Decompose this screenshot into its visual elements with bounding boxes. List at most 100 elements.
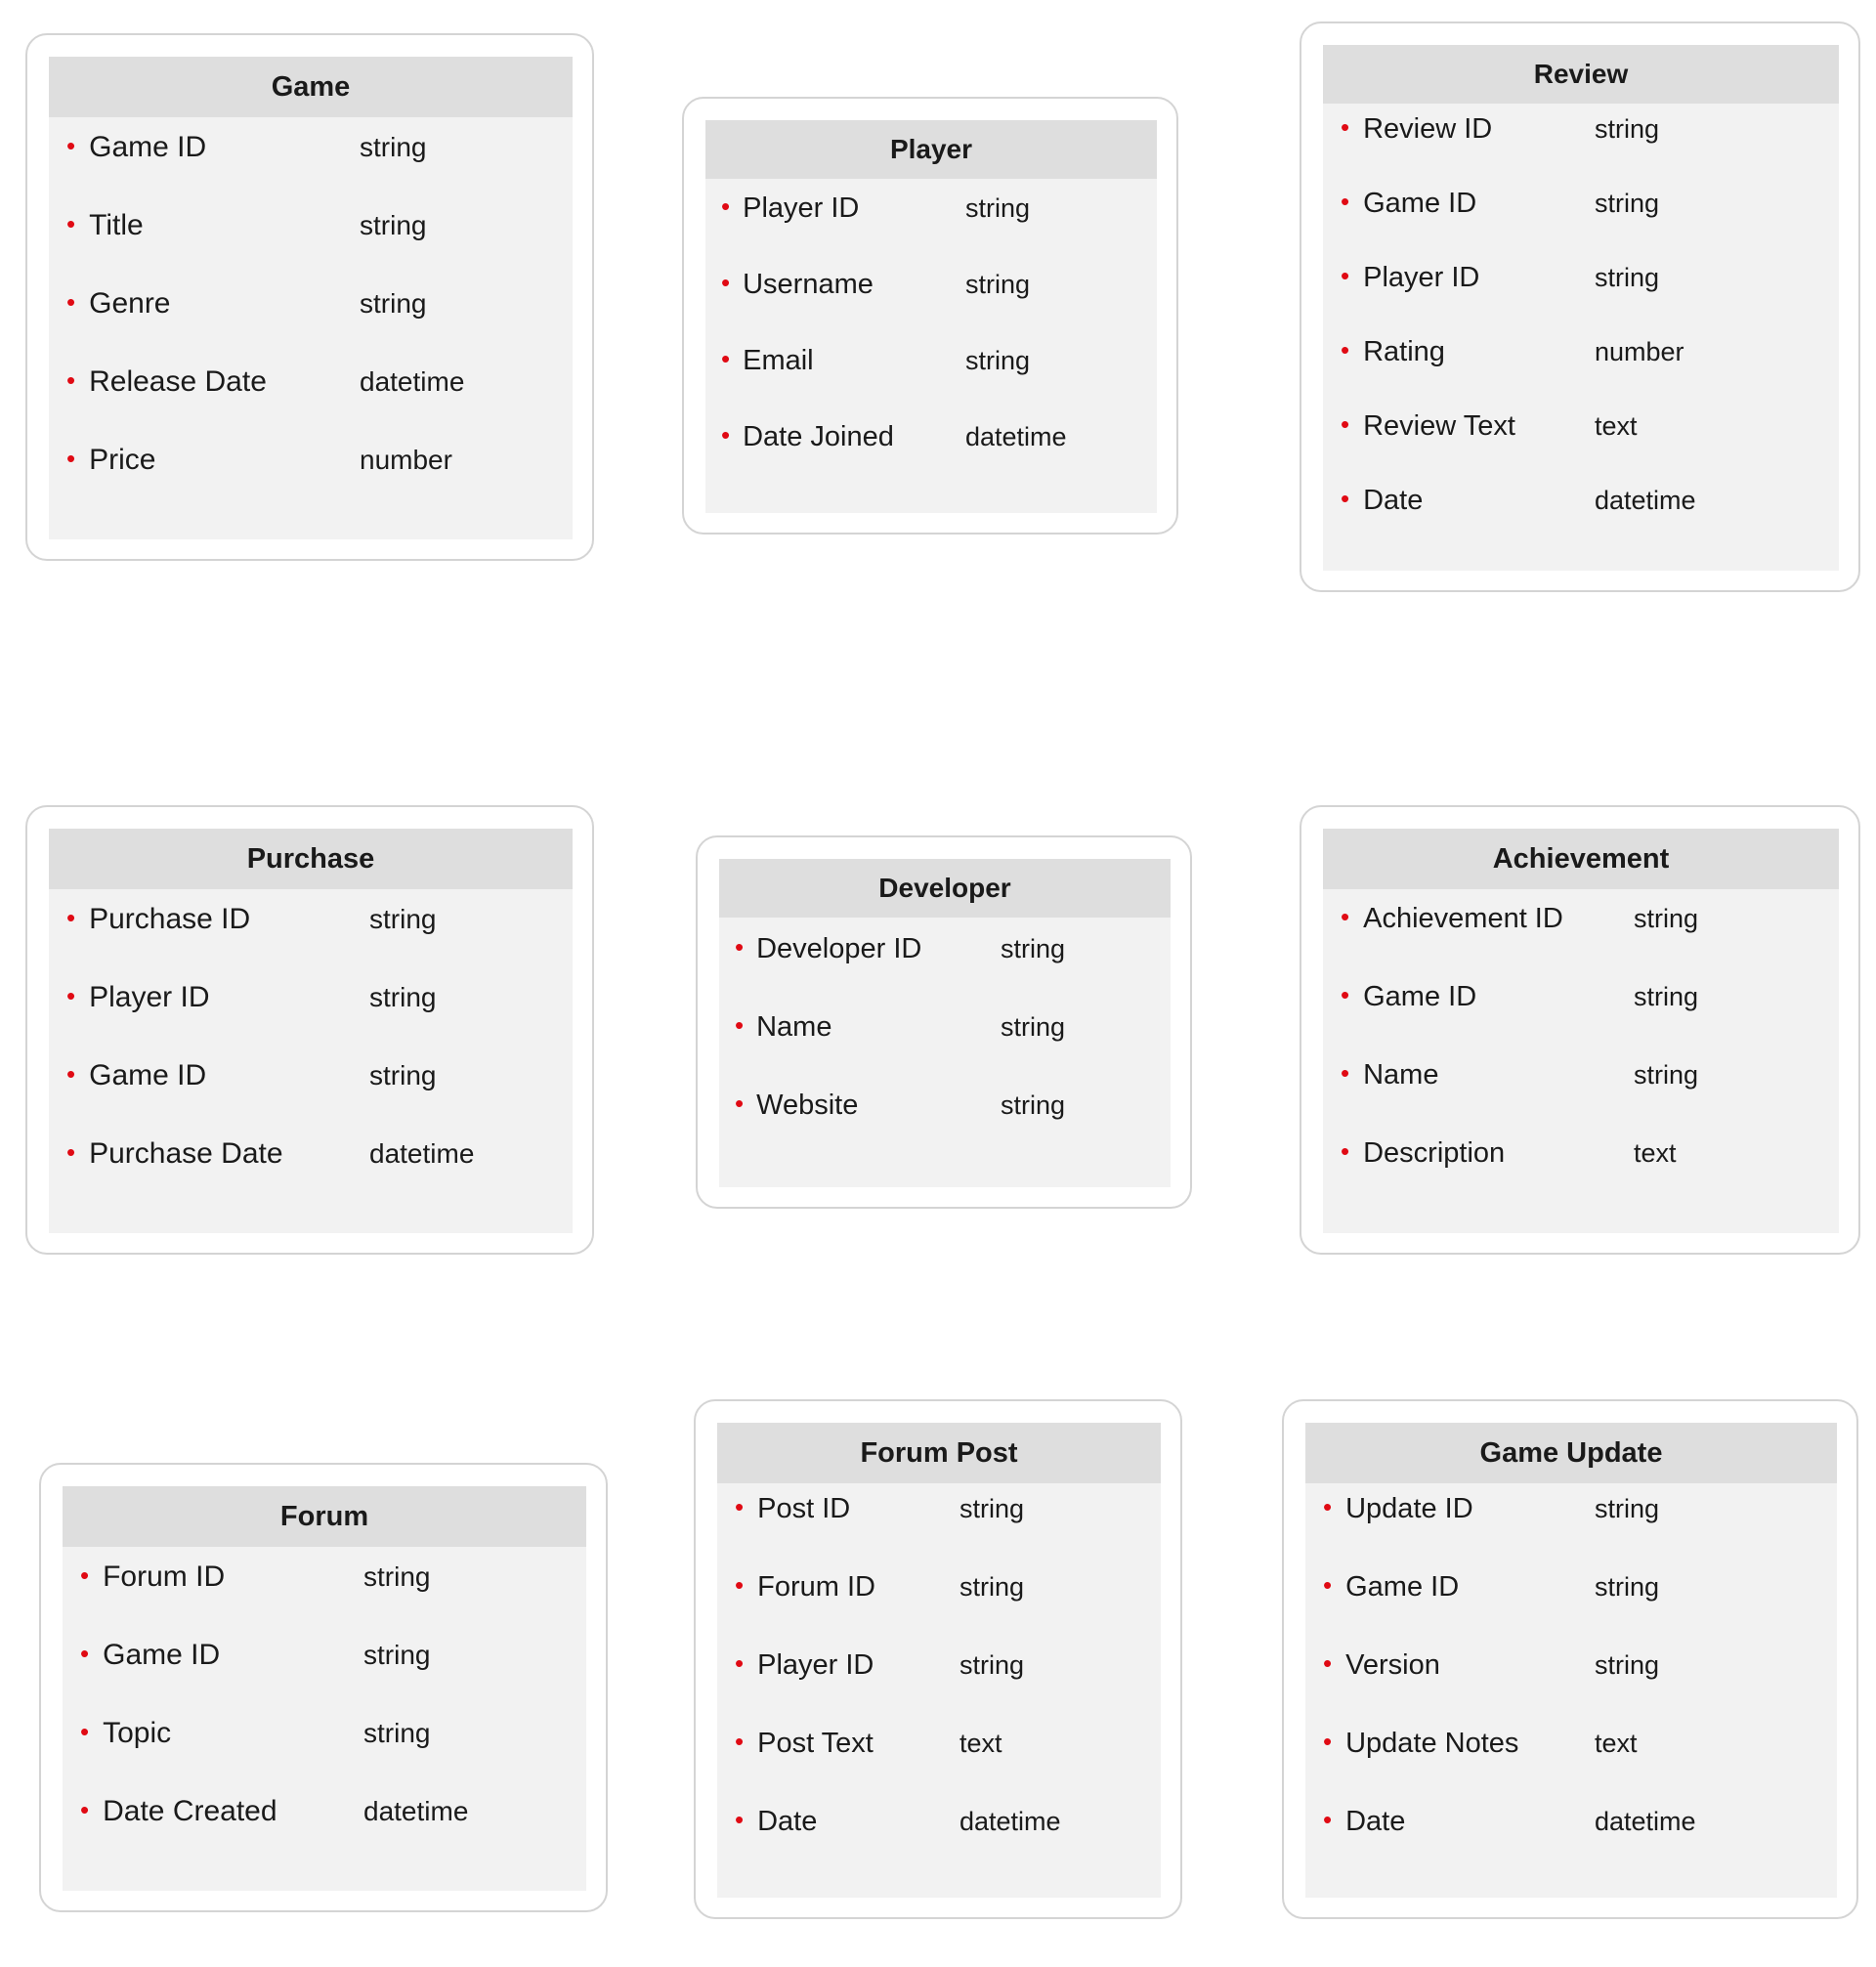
attribute-name: Forum ID	[103, 1561, 226, 1593]
attribute-row[interactable]: • Rating number	[1323, 336, 1839, 410]
attribute-type: string	[1595, 189, 1660, 218]
attribute-row[interactable]: • Review Text text	[1323, 410, 1839, 485]
entity-card-achievement[interactable]: Achievement • Achievement ID string • Ga…	[1300, 805, 1860, 1255]
attribute-row[interactable]: • Date datetime	[717, 1806, 1161, 1884]
attribute-row[interactable]: • Purchase ID string	[49, 903, 573, 981]
bullet-icon: •	[66, 981, 76, 1010]
attribute-row[interactable]: • Name string	[1323, 1059, 1839, 1137]
attribute-row[interactable]: • Genre string	[49, 287, 573, 365]
attribute-name-cell: • Genre	[66, 287, 360, 321]
attribute-row[interactable]: • Post Text text	[717, 1728, 1161, 1806]
entity-attribute-list: • Developer ID string • Name string • We	[719, 918, 1171, 1187]
entity-card-game-update[interactable]: Game Update • Update ID string • Game ID…	[1282, 1399, 1858, 1919]
attribute-name-cell: • Topic	[80, 1717, 363, 1750]
bullet-icon: •	[1323, 1648, 1333, 1678]
attribute-row[interactable]: • Name string	[719, 1011, 1171, 1090]
bullet-icon: •	[80, 1717, 90, 1746]
entity-panel: Achievement • Achievement ID string • Ga…	[1323, 829, 1839, 1233]
attribute-row[interactable]: • Developer ID string	[719, 933, 1171, 1011]
attribute-row[interactable]: • Version string	[1305, 1649, 1837, 1728]
attribute-row[interactable]: • Username string	[705, 269, 1157, 345]
entity-attribute-list: • Purchase ID string • Player ID string …	[49, 889, 573, 1233]
entity-card-forum-post[interactable]: Forum Post • Post ID string • Forum ID s…	[694, 1399, 1182, 1919]
entity-title-forum: Forum	[63, 1486, 586, 1547]
attribute-type: string	[363, 1561, 431, 1592]
entity-panel: Game Update • Update ID string • Game ID…	[1305, 1423, 1837, 1898]
attribute-name-cell: • Game ID	[1323, 1571, 1595, 1604]
attribute-row[interactable]: • Topic string	[63, 1717, 586, 1795]
entity-card-player[interactable]: Player • Player ID string • Username str…	[682, 97, 1178, 535]
attribute-row[interactable]: • Release Date datetime	[49, 365, 573, 444]
attribute-name-cell: • Website	[735, 1090, 1001, 1122]
attribute-row[interactable]: • Update Notes text	[1305, 1728, 1837, 1806]
attribute-name: Review Text	[1363, 410, 1515, 442]
attribute-row[interactable]: • Review ID string	[1323, 113, 1839, 188]
bullet-icon: •	[80, 1639, 90, 1668]
attribute-name-cell: • Rating	[1341, 336, 1595, 368]
attribute-row[interactable]: • Game ID string	[1305, 1571, 1837, 1649]
attribute-row[interactable]: • Email string	[705, 345, 1157, 421]
attribute-row[interactable]: • Date datetime	[1323, 485, 1839, 559]
attribute-type: string	[363, 1640, 431, 1670]
attribute-name-cell: • Version	[1323, 1649, 1595, 1682]
attribute-row[interactable]: • Player ID string	[717, 1649, 1161, 1728]
attribute-row[interactable]: • Title string	[49, 209, 573, 287]
attribute-name-cell: • Post ID	[735, 1493, 959, 1525]
attribute-row[interactable]: • Achievement ID string	[1323, 903, 1839, 981]
attribute-name-cell: • Game ID	[1341, 981, 1634, 1013]
bullet-icon: •	[735, 932, 745, 962]
bullet-icon: •	[80, 1561, 90, 1590]
attribute-row[interactable]: • Date Joined datetime	[705, 421, 1157, 497]
attribute-row[interactable]: • Game ID string	[1323, 188, 1839, 262]
attribute-row[interactable]: • Purchase Date datetime	[49, 1137, 573, 1216]
attribute-type: datetime	[959, 1807, 1061, 1836]
bullet-icon: •	[1323, 1727, 1333, 1756]
attribute-row[interactable]: • Update ID string	[1305, 1493, 1837, 1571]
bullet-icon: •	[1341, 261, 1350, 290]
attribute-name-cell: • Player ID	[721, 192, 965, 225]
attribute-name: Game ID	[1345, 1571, 1460, 1603]
attribute-name-cell: • Game ID	[66, 1059, 369, 1092]
attribute-type: number	[1595, 337, 1684, 366]
attribute-row[interactable]: • Description text	[1323, 1137, 1839, 1216]
attribute-row[interactable]: • Player ID string	[705, 192, 1157, 269]
attribute-row[interactable]: • Game ID string	[49, 1059, 573, 1137]
bullet-icon: •	[1323, 1805, 1333, 1834]
entity-card-game[interactable]: Game • Game ID string • Title string • G…	[25, 33, 594, 561]
attribute-name: Date Created	[103, 1795, 277, 1827]
attribute-name-cell: • Player ID	[735, 1649, 959, 1682]
entity-card-review[interactable]: Review • Review ID string • Game ID stri…	[1300, 21, 1860, 592]
attribute-name-cell: • Forum ID	[735, 1571, 959, 1604]
bullet-icon: •	[1341, 112, 1350, 142]
attribute-row[interactable]: • Forum ID string	[63, 1561, 586, 1639]
attribute-row[interactable]: • Game ID string	[1323, 981, 1839, 1059]
attribute-row[interactable]: • Forum ID string	[717, 1571, 1161, 1649]
attribute-name-cell: • Game ID	[66, 131, 360, 164]
entity-card-forum[interactable]: Forum • Forum ID string • Game ID string	[39, 1463, 608, 1912]
attribute-type: string	[360, 210, 427, 240]
entity-card-purchase[interactable]: Purchase • Purchase ID string • Player I…	[25, 805, 594, 1255]
entity-panel: Forum • Forum ID string • Game ID string	[63, 1486, 586, 1891]
attribute-name: Game ID	[103, 1639, 221, 1671]
attribute-name: Description	[1363, 1137, 1506, 1169]
attribute-type: string	[965, 193, 1031, 223]
attribute-row[interactable]: • Price number	[49, 444, 573, 522]
attribute-row[interactable]: • Website string	[719, 1090, 1171, 1168]
attribute-row[interactable]: • Player ID string	[1323, 262, 1839, 336]
attribute-row[interactable]: • Player ID string	[49, 981, 573, 1059]
attribute-row[interactable]: • Date datetime	[1305, 1806, 1837, 1884]
attribute-name: Post ID	[757, 1493, 851, 1524]
attribute-row[interactable]: • Game ID string	[49, 131, 573, 209]
entity-card-developer[interactable]: Developer • Developer ID string • Name s…	[696, 835, 1192, 1209]
attribute-name: Website	[756, 1090, 859, 1121]
entity-title-game-update: Game Update	[1305, 1423, 1837, 1483]
attribute-row[interactable]: • Game ID string	[63, 1639, 586, 1717]
attribute-row[interactable]: • Date Created datetime	[63, 1795, 586, 1873]
bullet-icon: •	[1341, 1058, 1350, 1088]
bullet-icon: •	[80, 1795, 90, 1824]
attribute-name-cell: • Achievement ID	[1341, 903, 1634, 935]
attribute-name-cell: • Review ID	[1341, 113, 1595, 146]
attribute-type: string	[369, 904, 437, 934]
entity-title-forum-post: Forum Post	[717, 1423, 1161, 1483]
attribute-row[interactable]: • Post ID string	[717, 1493, 1161, 1571]
